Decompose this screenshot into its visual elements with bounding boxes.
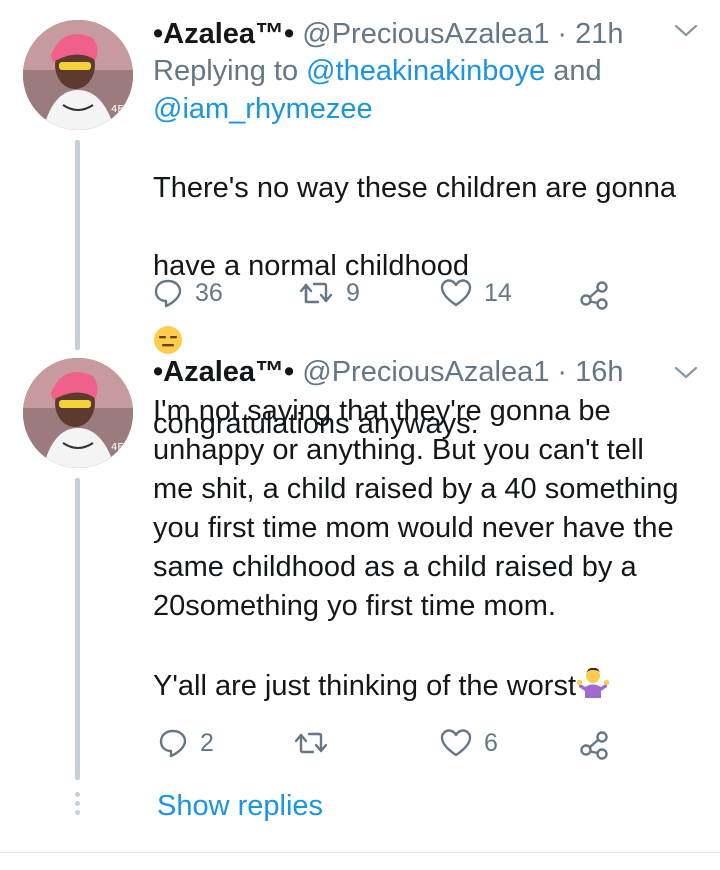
avatar[interactable]: 4E: [23, 358, 133, 468]
share-icon: [580, 281, 608, 310]
replying-to-label: Replying to: [153, 55, 307, 87]
tweet[interactable]: 4E •Azalea™• @PreciousAzalea1 · 21h Repl…: [0, 0, 720, 440]
display-name[interactable]: •Azalea™•: [153, 18, 294, 50]
replying-to-and: and: [545, 55, 602, 87]
like-icon: [440, 279, 472, 307]
avatar[interactable]: 4E: [23, 20, 133, 130]
chevron-down-icon[interactable]: [672, 362, 700, 382]
tweet-text-body: I'm not saying that they're gonna be unh…: [153, 395, 679, 703]
chevron-down-icon[interactable]: [672, 20, 700, 40]
svg-text:4E: 4E: [111, 104, 124, 115]
retweet-button[interactable]: 9: [298, 278, 360, 308]
tweet-header: •Azalea™• @PreciousAzalea1 · 21h: [153, 16, 700, 52]
reply-button[interactable]: 36: [153, 278, 223, 308]
like-icon: [440, 729, 472, 757]
share-button[interactable]: [578, 728, 610, 760]
user-handle[interactable]: @PreciousAzalea1: [302, 356, 549, 388]
reply-user-link[interactable]: @theakinakinboye: [306, 55, 545, 87]
tweet-text-line: There's no way these children are gonna: [153, 172, 677, 204]
reply-icon: [154, 279, 182, 308]
show-replies-link[interactable]: Show replies: [157, 790, 323, 823]
replying-to: Replying to @theakinakinboye and @iam_rh…: [153, 52, 700, 128]
divider: [0, 852, 720, 853]
display-name[interactable]: •Azalea™•: [153, 356, 294, 388]
tweet-header: •Azalea™• @PreciousAzalea1 · 16h: [153, 354, 700, 390]
tweet-time[interactable]: · 16h: [557, 356, 623, 388]
tweet-time[interactable]: · 21h: [557, 18, 623, 50]
share-icon: [580, 731, 608, 760]
retweet-count: 9: [346, 278, 360, 307]
like-button[interactable]: 14: [440, 278, 512, 308]
reply-user-link[interactable]: @iam_rhymezee: [153, 93, 373, 125]
share-button[interactable]: [578, 278, 610, 310]
svg-text:4E: 4E: [111, 442, 124, 453]
shrug-emoji: [576, 665, 610, 710]
reply-count: 36: [195, 278, 223, 307]
like-button[interactable]: 6: [440, 728, 498, 758]
like-count: 6: [484, 728, 498, 757]
retweet-icon: [299, 282, 333, 304]
user-handle[interactable]: @PreciousAzalea1: [302, 18, 549, 50]
tweet-text: I'm not saying that they're gonna be unh…: [153, 392, 700, 710]
reply-icon: [159, 729, 187, 758]
reply-button[interactable]: 2: [158, 728, 214, 758]
retweet-button[interactable]: [293, 728, 341, 758]
retweet-icon: [294, 732, 328, 754]
tweet[interactable]: 4E •Azalea™• @PreciousAzalea1 · 16h I'm …: [0, 340, 720, 780]
like-count: 14: [484, 278, 512, 307]
reply-count: 2: [200, 728, 214, 757]
thread-more-dots: [74, 792, 81, 819]
